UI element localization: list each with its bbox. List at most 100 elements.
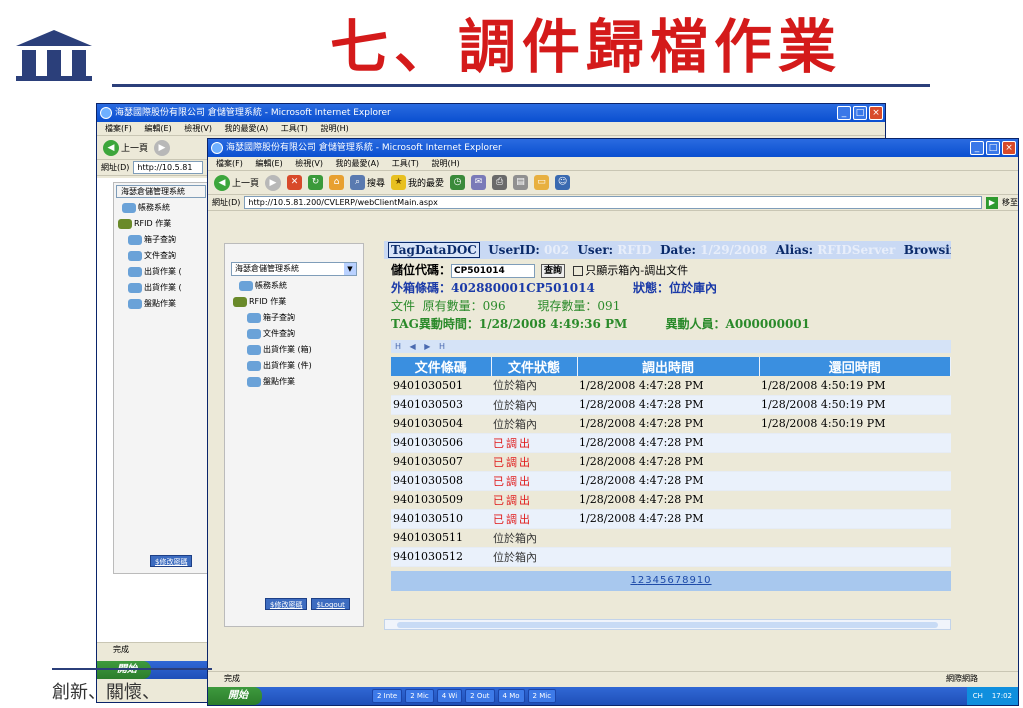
table-row[interactable]: 9401030512 位於箱內	[391, 547, 951, 567]
back-tree-ship-item[interactable]: 出貨作業 (	[114, 280, 208, 296]
page-link[interactable]: 1	[630, 575, 637, 586]
task-mic-1[interactable]: 2 Mic	[405, 689, 434, 703]
forward-arrow-icon[interactable]: ▶	[265, 174, 282, 191]
go-arrow-icon[interactable]: ▶	[986, 196, 998, 209]
table-row[interactable]: 9401030504 位於箱內 1/28/2008 4:47:28 PM 1/28/2…	[391, 414, 951, 434]
task-explorer[interactable]: 4 Wi	[436, 689, 463, 703]
page-link[interactable]: 9	[689, 575, 696, 586]
task-mic-2[interactable]: 2 Mic	[527, 689, 557, 703]
table-row[interactable]: 9401030509 已調出 1/28/2008 4:47:28 PM	[391, 490, 951, 510]
tree-inventory[interactable]: 盤點作業	[225, 374, 363, 390]
col-doc-code[interactable]: 文件條碼	[391, 357, 492, 376]
back-tree-rfid[interactable]: RFID 作業	[114, 216, 208, 232]
mail-icon[interactable]: ✉	[471, 175, 487, 190]
minimize-button[interactable]: _	[837, 106, 851, 120]
cell-doc-code: 9401030508	[391, 471, 491, 491]
favorites-button[interactable]: ★ 我的最愛	[391, 175, 444, 190]
back-button[interactable]: ◀ 上一頁	[214, 174, 259, 191]
maximize-button[interactable]: □	[986, 141, 1000, 155]
col-doc-status[interactable]: 文件狀態	[491, 357, 578, 376]
scroll-thumb[interactable]	[397, 622, 938, 628]
cell-back-time	[759, 509, 951, 529]
tree-box-query[interactable]: 箱子查詢	[225, 310, 363, 326]
table-row[interactable]: 9401030511 位於箱內	[391, 528, 951, 548]
tree-system-select[interactable]: 海瑟倉儲管理系統 ▼	[231, 262, 357, 276]
back-address-input[interactable]: http://10.5.81	[133, 161, 204, 174]
horizontal-scrollbar[interactable]	[384, 619, 951, 630]
ime-indicator[interactable]: CH	[973, 692, 983, 700]
query-button[interactable]: 查詢	[541, 263, 566, 278]
folder-icon	[233, 297, 247, 307]
slogan: 創新、關懷、	[52, 682, 160, 703]
table-row[interactable]: 9401030510 已調出 1/28/2008 4:47:28 PM	[391, 509, 951, 529]
history-icon[interactable]: ◷	[450, 175, 466, 190]
logo-icon	[16, 30, 92, 81]
task-outlook[interactable]: 2 Out	[465, 689, 495, 703]
page-link[interactable]: 3	[645, 575, 652, 586]
go-button[interactable]: 移至	[1002, 197, 1018, 208]
menu-view[interactable]: 檢視(V)	[184, 124, 212, 133]
table-row[interactable]: 9401030506 已調出 1/28/2008 4:47:28 PM	[391, 433, 951, 453]
menu-favorites[interactable]: 我的最愛(A)	[336, 159, 380, 168]
menu-file[interactable]: 檔案(F)	[216, 159, 243, 168]
cell-out-time	[577, 528, 759, 548]
search-button[interactable]: ⌕ 搜尋	[350, 175, 385, 190]
col-back-time[interactable]: 還回時間	[759, 357, 951, 376]
page-link[interactable]: 7	[675, 575, 682, 586]
menu-tools[interactable]: 工具(T)	[281, 124, 308, 133]
back-start-button[interactable]: 開始	[97, 661, 151, 679]
tree-ship-box[interactable]: 出貨作業 (箱)	[225, 342, 363, 358]
only-box-checkbox[interactable]	[573, 265, 584, 276]
maximize-button[interactable]: □	[853, 106, 867, 120]
cell-back-time	[759, 433, 951, 453]
menu-edit[interactable]: 編輯(E)	[144, 124, 171, 133]
table-row[interactable]: 9401030501 位於箱內 1/28/2008 4:47:28 PM 1/28/2…	[391, 376, 951, 396]
edit-icon[interactable]: ▤	[513, 175, 529, 190]
tree-accounting[interactable]: 帳務系統	[225, 278, 363, 294]
stop-icon[interactable]: ✕	[287, 175, 303, 190]
back-tree-inventory[interactable]: 盤點作業	[114, 296, 208, 312]
forward-arrow-icon[interactable]: ▶	[154, 139, 171, 156]
folder-icon[interactable]: ▭	[534, 175, 550, 190]
tree-rfid[interactable]: RFID 作業	[225, 294, 363, 310]
menu-edit[interactable]: 編輯(E)	[255, 159, 282, 168]
page-link[interactable]: 4	[653, 575, 660, 586]
back-tree-title[interactable]: 海瑟倉儲管理系統	[116, 185, 206, 198]
back-tree-accounting[interactable]: 帳務系統	[114, 200, 208, 216]
back-change-password-button[interactable]: $修改密碼	[150, 555, 193, 567]
record-navigator[interactable]: H ◀ ▶ H	[391, 340, 951, 353]
tree-doc-query[interactable]: 文件查詢	[225, 326, 363, 342]
back-button[interactable]: ◀ 上一頁	[103, 139, 148, 156]
tree-ship-item[interactable]: 出貨作業 (件)	[225, 358, 363, 374]
cell-doc-status: 已調出	[491, 433, 577, 453]
back-tree-doc-query[interactable]: 文件查詢	[114, 248, 208, 264]
task-mo[interactable]: 4 Mo	[497, 689, 525, 703]
menu-help[interactable]: 說明(H)	[320, 124, 348, 133]
refresh-icon[interactable]: ↻	[308, 175, 324, 190]
table-row[interactable]: 9401030507 已調出 1/28/2008 4:47:28 PM	[391, 452, 951, 472]
home-icon[interactable]: ⌂	[329, 175, 345, 190]
page-link[interactable]: 6	[667, 575, 674, 586]
menu-help[interactable]: 說明(H)	[431, 159, 459, 168]
print-icon[interactable]: ⎙	[492, 175, 508, 190]
menu-favorites[interactable]: 我的最愛(A)	[225, 124, 269, 133]
minimize-button[interactable]: _	[970, 141, 984, 155]
menu-tools[interactable]: 工具(T)	[392, 159, 419, 168]
back-tree-box-query[interactable]: 箱子查詢	[114, 232, 208, 248]
back-tree-ship-box[interactable]: 出貨作業 (	[114, 264, 208, 280]
logout-button[interactable]: $Logout	[311, 598, 350, 610]
page-link[interactable]: 10	[697, 575, 712, 586]
col-out-time[interactable]: 調出時間	[577, 357, 760, 376]
close-button[interactable]: ×	[869, 106, 883, 120]
change-password-button[interactable]: $修改密碼	[265, 598, 308, 610]
messenger-icon[interactable]: ☺	[555, 175, 571, 190]
close-button[interactable]: ×	[1002, 141, 1016, 155]
front-start-button[interactable]: 開始	[208, 687, 262, 705]
table-row[interactable]: 9401030508 已調出 1/28/2008 4:47:28 PM	[391, 471, 951, 491]
front-address-input[interactable]: http://10.5.81.200/CVLERP/webClientMain.…	[244, 196, 982, 209]
table-row[interactable]: 9401030503 位於箱內 1/28/2008 4:47:28 PM 1/28/2…	[391, 395, 951, 415]
menu-view[interactable]: 檢視(V)	[295, 159, 323, 168]
storage-code-input[interactable]: CP501014	[451, 263, 536, 278]
menu-file[interactable]: 檔案(F)	[105, 124, 132, 133]
task-ie[interactable]: 2 Inte	[372, 689, 403, 703]
